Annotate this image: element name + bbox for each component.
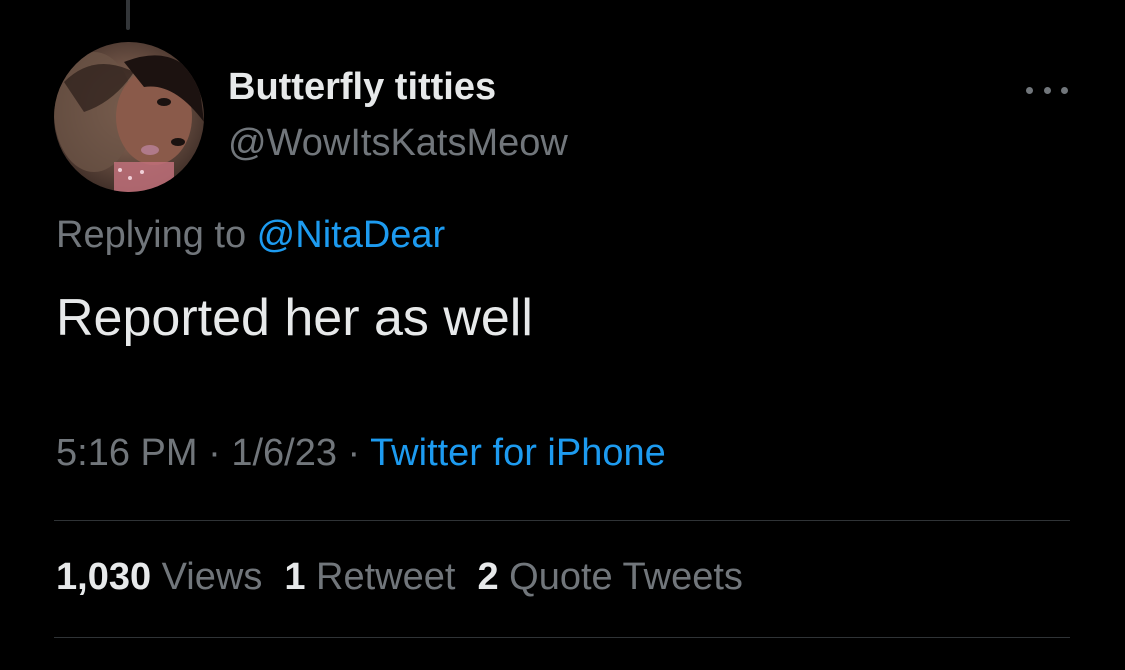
tweet-meta: 5:16 PM · 1/6/23 · Twitter for iPhone xyxy=(56,432,666,475)
divider xyxy=(54,637,1070,638)
meta-separator: · xyxy=(197,432,232,474)
avatar-photo xyxy=(54,42,204,192)
more-horizontal-icon-dot xyxy=(1043,86,1051,94)
more-options-button[interactable] xyxy=(1024,70,1070,110)
more-horizontal-icon xyxy=(1026,86,1033,94)
replying-to-line: Replying to @NitaDear xyxy=(56,214,445,257)
author-display-name[interactable]: Butterfly titties xyxy=(228,66,496,109)
views-label: Views xyxy=(151,556,263,598)
views-count: 1,030 xyxy=(56,556,152,598)
tweet-stats: 1,030 Views 1 Retweet 2 Quote Tweets xyxy=(56,556,743,599)
tweet-text: Reported her as well xyxy=(56,289,533,347)
retweets-label: Retweet xyxy=(305,556,456,598)
quote-tweets-stat[interactable]: 2 Quote Tweets xyxy=(477,556,742,598)
divider xyxy=(54,520,1070,521)
quote-tweets-count: 2 xyxy=(477,556,499,598)
meta-separator: · xyxy=(336,432,371,474)
tweet-source-link[interactable]: Twitter for iPhone xyxy=(370,432,666,474)
tweet-date[interactable]: 1/6/23 xyxy=(231,432,337,474)
retweets-stat[interactable]: 1 Retweet xyxy=(284,556,455,598)
replying-to-mention-link[interactable]: @NitaDear xyxy=(257,214,446,256)
tweet-time[interactable]: 5:16 PM xyxy=(56,432,198,474)
views-stat: 1,030 Views xyxy=(56,556,262,598)
quote-tweets-label: Quote Tweets xyxy=(498,556,743,598)
avatar[interactable] xyxy=(54,42,204,192)
thread-connector-line xyxy=(126,0,130,30)
more-horizontal-icon-dot xyxy=(1061,86,1068,94)
retweets-count: 1 xyxy=(284,556,306,598)
replying-to-label: Replying to xyxy=(56,214,257,256)
author-handle[interactable]: @WowItsKatsMeow xyxy=(228,122,568,165)
